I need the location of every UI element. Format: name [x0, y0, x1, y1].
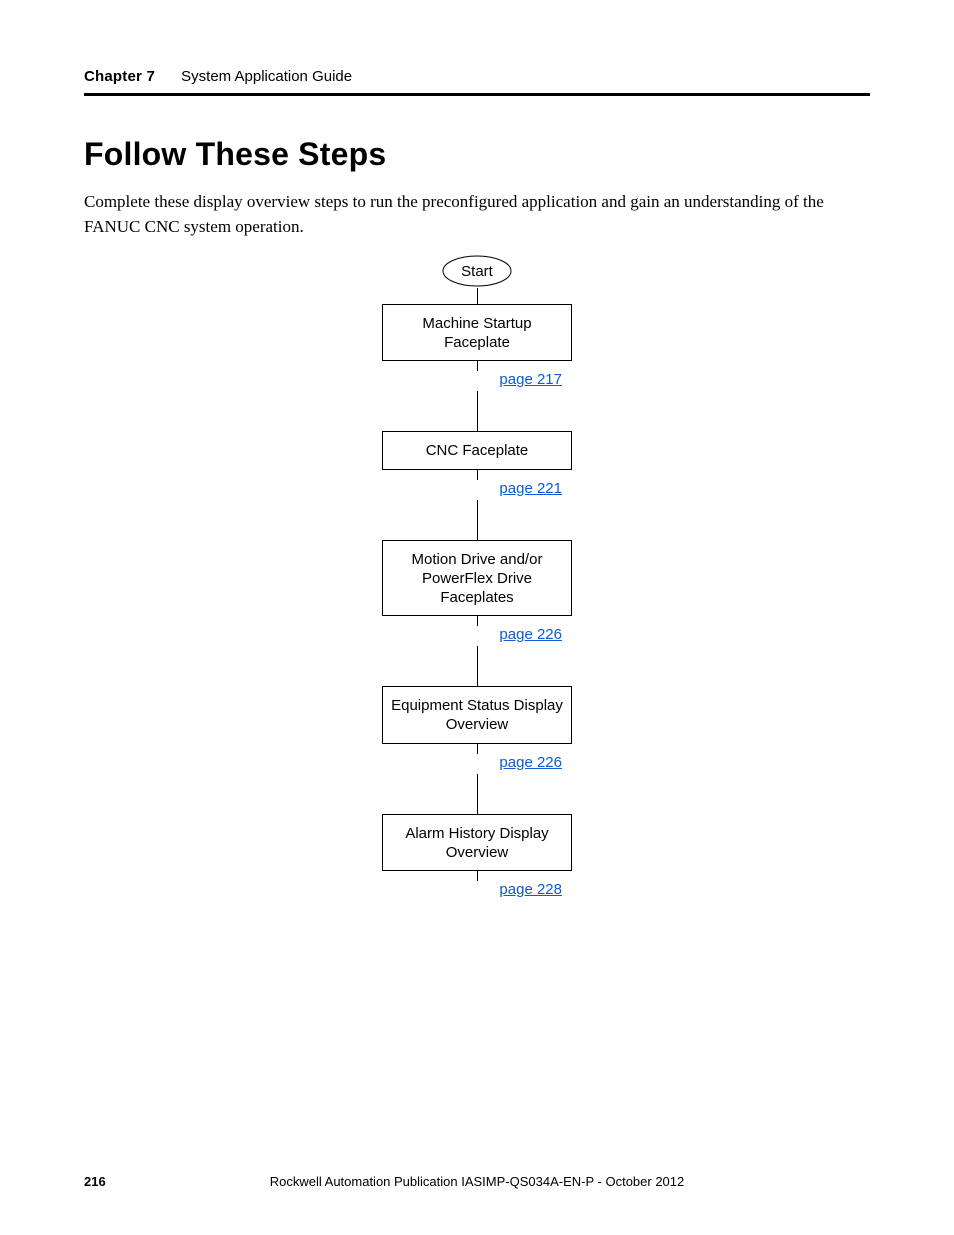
page-link[interactable]: page 221 [499, 480, 562, 497]
flow-connector [477, 500, 478, 540]
publication-line: Rockwell Automation Publication IASIMP-Q… [84, 1174, 870, 1189]
flow-page-link-row: page 221 [382, 480, 572, 500]
page-link[interactable]: page 228 [499, 881, 562, 898]
page-link[interactable]: page 226 [499, 626, 562, 643]
flow-connector [477, 361, 478, 371]
flow-step-box: CNC Faceplate [382, 431, 572, 469]
page-link[interactable]: page 226 [499, 754, 562, 771]
flow-connector [477, 871, 478, 881]
intro-paragraph: Complete these display overview steps to… [84, 190, 870, 239]
flow-connector [477, 774, 478, 814]
flow-step-label: Motion Drive and/or PowerFlex Drive Face… [412, 551, 543, 606]
flow-start-label: Start [461, 263, 493, 280]
document-page: Chapter 7 System Application Guide Follo… [0, 0, 954, 1235]
flowchart: Start Machine Startup Faceplate page 217… [0, 254, 954, 901]
page-link[interactable]: page 217 [499, 371, 562, 388]
flow-step-box: Equipment Status Display Overview [382, 686, 572, 743]
flow-page-link-row: page 226 [382, 626, 572, 646]
flow-page-link-row: page 228 [382, 881, 572, 901]
flow-start-node: Start [441, 254, 513, 288]
flow-step-label: CNC Faceplate [426, 442, 529, 459]
publication-prefix: Rockwell Automation Publication IASIMP-Q… [270, 1174, 606, 1189]
flow-connector [477, 288, 478, 304]
page-title: Follow These Steps [84, 136, 386, 173]
page-header: Chapter 7 System Application Guide [84, 68, 870, 96]
flow-step-label: Machine Startup Faceplate [422, 315, 531, 351]
page-footer: 216 Rockwell Automation Publication IASI… [84, 1174, 870, 1189]
flow-step-label: Alarm History Display Overview [405, 825, 548, 861]
flow-step-box: Machine Startup Faceplate [382, 304, 572, 361]
flow-page-link-row: page 226 [382, 754, 572, 774]
flow-step-label: Equipment Status Display Overview [391, 697, 563, 733]
guide-label: System Application Guide [181, 68, 352, 85]
flow-page-link-row: page 217 [382, 371, 572, 391]
flow-step-box: Alarm History Display Overview [382, 814, 572, 871]
flow-connector [477, 470, 478, 480]
publication-date: October 2012 [605, 1174, 684, 1189]
flow-connector [477, 616, 478, 626]
flow-step-box: Motion Drive and/or PowerFlex Drive Face… [382, 540, 572, 617]
flow-connector [477, 646, 478, 686]
flow-connector [477, 391, 478, 431]
flow-connector [477, 744, 478, 754]
chapter-label: Chapter 7 [84, 68, 155, 85]
